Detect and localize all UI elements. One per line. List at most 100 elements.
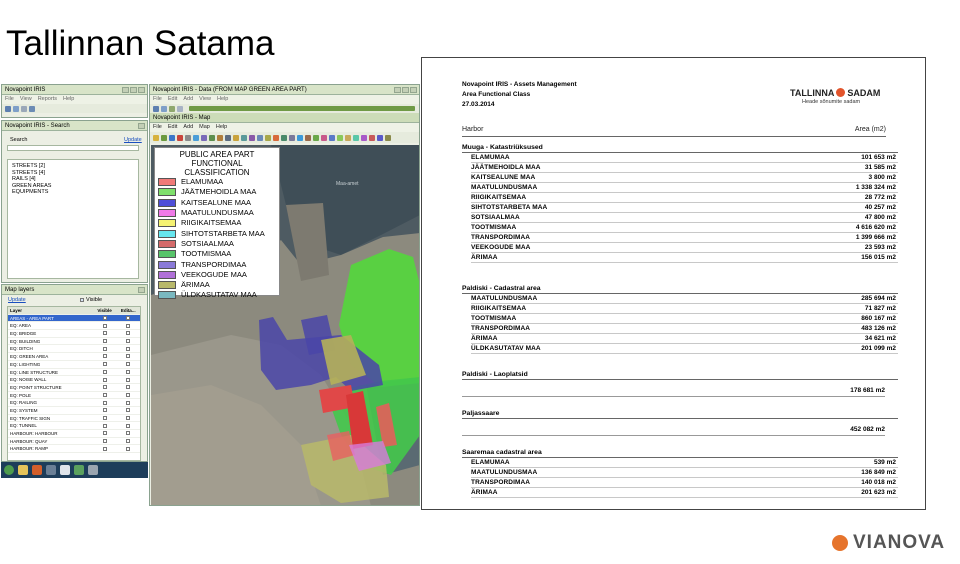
layer-row[interactable]: EQ: POINT STRUCTURE — [8, 384, 140, 392]
visible-toggle[interactable]: Visible — [80, 297, 102, 303]
layer-editable-checkbox[interactable] — [126, 346, 131, 351]
settings-icon[interactable] — [29, 105, 35, 112]
layer-editable-checkbox[interactable] — [126, 354, 131, 359]
layer-editable-checkbox[interactable] — [126, 339, 131, 344]
menu-edit[interactable]: Edit — [168, 123, 177, 132]
menu-view[interactable]: View — [20, 95, 32, 104]
map-tool-icon[interactable] — [257, 134, 263, 141]
map-tool-icon[interactable] — [201, 134, 207, 141]
map-tool-icon[interactable] — [305, 134, 311, 141]
maximize-icon[interactable] — [130, 87, 137, 93]
layer-editable-checkbox[interactable] — [126, 323, 131, 328]
layer-editable-checkbox[interactable] — [126, 392, 131, 397]
layer-row[interactable]: EQ: RAILING — [8, 399, 140, 407]
menu-file[interactable]: File — [5, 95, 14, 104]
layer-row[interactable]: EQ: POLE — [8, 392, 140, 400]
layer-visible-checkbox[interactable] — [102, 423, 107, 428]
menu-add[interactable]: Add — [183, 95, 193, 104]
map-tool-icon[interactable] — [225, 134, 231, 141]
layer-editable-checkbox[interactable] — [126, 446, 131, 451]
map-tool-icon[interactable] — [353, 134, 359, 141]
tree-item[interactable]: EQUIPMENTS — [8, 189, 138, 196]
layer-visible-checkbox[interactable] — [102, 362, 107, 367]
browser-icon[interactable] — [32, 465, 42, 475]
folder-icon[interactable] — [18, 465, 28, 475]
layer-row[interactable]: EQ: LINE STRUCTURE — [8, 369, 140, 377]
menu-view[interactable]: View — [199, 95, 211, 104]
novapoint-icon[interactable] — [74, 465, 84, 475]
app-icon[interactable] — [46, 465, 56, 475]
menu-help[interactable]: Help — [63, 95, 74, 104]
map-tool-icon[interactable] — [289, 134, 295, 141]
layer-editable-checkbox[interactable] — [126, 415, 131, 420]
map-tool-icon[interactable] — [313, 134, 319, 141]
layer-row[interactable]: EQ: NOISE WALL — [8, 376, 140, 384]
layer-visible-checkbox[interactable] — [102, 354, 107, 359]
map-tool-icon[interactable] — [169, 134, 175, 141]
map-tool-icon[interactable] — [337, 134, 343, 141]
layer-visible-checkbox[interactable] — [102, 400, 107, 405]
layer-row[interactable]: EQ: TRAFFIC SIGN — [8, 415, 140, 423]
save-icon[interactable] — [161, 105, 167, 112]
layer-visible-checkbox[interactable] — [102, 369, 107, 374]
menu-add[interactable]: Add — [183, 123, 193, 132]
layer-editable-checkbox[interactable] — [126, 408, 131, 413]
menu-edit[interactable]: Edit — [168, 95, 177, 104]
search-update-link[interactable]: Update — [124, 137, 142, 143]
start-icon[interactable] — [4, 465, 14, 475]
layer-visible-checkbox[interactable] — [102, 415, 107, 420]
layer-visible-checkbox[interactable] — [102, 385, 107, 390]
layer-visible-checkbox[interactable] — [102, 316, 107, 321]
menu-reports[interactable]: Reports — [38, 95, 57, 104]
layer-row[interactable]: HARBOUR: HARBOUR — [8, 430, 140, 438]
map-tool-icon[interactable] — [321, 134, 327, 141]
map-tool-icon[interactable] — [345, 134, 351, 141]
layer-editable-checkbox[interactable] — [126, 369, 131, 374]
layer-row[interactable]: HARBOUR: RAMP — [8, 445, 140, 454]
map-tool-icon[interactable] — [177, 134, 183, 141]
layer-visible-checkbox[interactable] — [102, 339, 107, 344]
layer-visible-checkbox[interactable] — [102, 331, 107, 336]
search-input[interactable] — [7, 145, 139, 151]
layer-row[interactable]: EQ: BRIDGE — [8, 330, 140, 338]
layer-row[interactable]: EQ: DITCH — [8, 345, 140, 354]
map-tool-icon[interactable] — [185, 134, 191, 141]
layer-row[interactable]: EQ: BUILDING — [8, 338, 140, 346]
menu-help[interactable]: Help — [216, 123, 227, 132]
layer-editable-checkbox[interactable] — [126, 431, 131, 436]
menu-file[interactable]: File — [153, 123, 162, 132]
layer-editable-checkbox[interactable] — [126, 362, 131, 367]
layers-update-link[interactable]: Update — [8, 297, 26, 303]
save-icon[interactable] — [13, 105, 19, 112]
layer-row[interactable]: HARBOUR: QUAY — [8, 438, 140, 446]
layer-editable-checkbox[interactable] — [126, 400, 131, 405]
map-tool-icon[interactable] — [217, 134, 223, 141]
close-icon[interactable] — [138, 87, 145, 93]
layer-row[interactable]: EQ: LIGHTING — [8, 361, 140, 369]
minimize-icon[interactable] — [394, 87, 401, 93]
map-tool-icon[interactable] — [385, 134, 391, 141]
map-view[interactable]: Maa-amet PUBLIC AREA PART FUNCTIONAL CLA… — [151, 145, 419, 505]
close-icon[interactable] — [138, 123, 145, 129]
menu-help[interactable]: Help — [217, 95, 228, 104]
maximize-icon[interactable] — [402, 87, 409, 93]
map-tool-icon[interactable] — [161, 134, 167, 141]
map-tool-icon[interactable] — [193, 134, 199, 141]
layer-visible-checkbox[interactable] — [102, 392, 107, 397]
layer-row[interactable]: EQ: SYSTEM — [8, 407, 140, 415]
minimize-icon[interactable] — [122, 87, 129, 93]
open-icon[interactable] — [5, 105, 11, 112]
layer-row[interactable]: AREAS - AREA PART — [8, 314, 140, 323]
map-tool-icon[interactable] — [153, 134, 159, 141]
map-tool-icon[interactable] — [209, 134, 215, 141]
window-icon[interactable] — [88, 465, 98, 475]
layer-row[interactable]: EQ: GREEN AREA — [8, 353, 140, 361]
menu-file[interactable]: File — [153, 95, 162, 104]
open-icon[interactable] — [153, 105, 159, 112]
filter-icon[interactable] — [169, 105, 175, 112]
map-tool-icon[interactable] — [249, 134, 255, 141]
map-tool-icon[interactable] — [329, 134, 335, 141]
layer-visible-checkbox[interactable] — [102, 446, 107, 451]
layer-editable-checkbox[interactable] — [126, 385, 131, 390]
layer-visible-checkbox[interactable] — [102, 439, 107, 444]
